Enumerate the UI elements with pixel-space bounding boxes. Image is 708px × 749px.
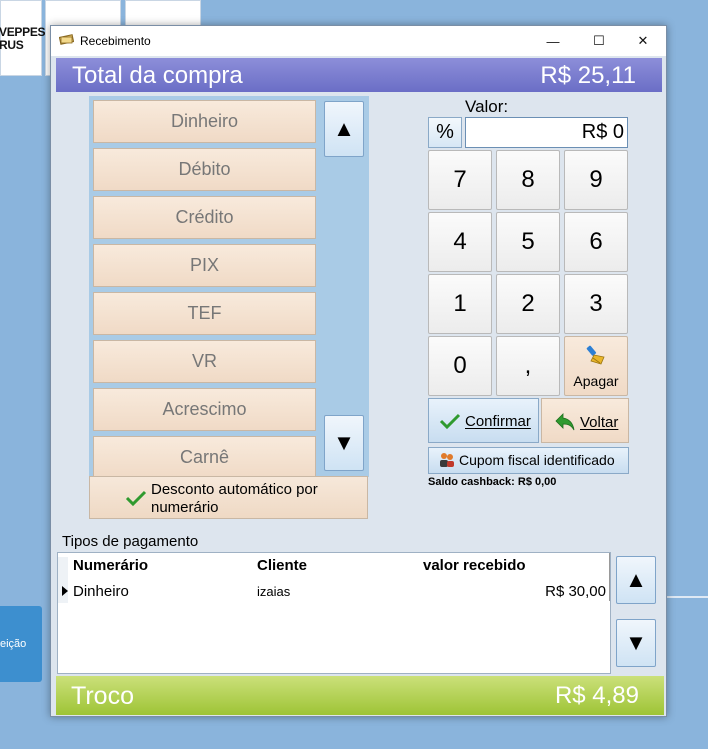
recebimento-dialog: Recebimento — ☐ ✕ Total da compra R$ 25,… (50, 25, 667, 717)
method-acrescimo-button[interactable]: Acrescimo (93, 388, 316, 431)
maximize-button[interactable]: ☐ (576, 26, 622, 56)
method-tef-button[interactable]: TEF (93, 292, 316, 335)
check-icon (125, 490, 147, 507)
method-dinheiro-button[interactable]: Dinheiro (93, 100, 316, 143)
people-icon (440, 453, 454, 467)
percent-button[interactable]: % (428, 117, 462, 148)
row-selector (58, 557, 68, 603)
side-button-label: eição (0, 638, 27, 650)
total-bar: Total da compra R$ 25,11 (56, 58, 662, 92)
voltar-button[interactable]: Voltar (541, 398, 629, 443)
troco-bar: Troco R$ 4,89 (56, 676, 664, 715)
total-label: Total da compra (72, 62, 243, 89)
apagar-button[interactable]: Apagar (564, 336, 628, 396)
key-2[interactable]: 2 (496, 274, 560, 334)
troco-label: Troco (71, 682, 134, 710)
valor-input[interactable] (465, 117, 628, 148)
key-comma[interactable]: , (496, 336, 560, 396)
key-1[interactable]: 1 (428, 274, 492, 334)
tipos-pagamento-label: Tipos de pagamento (62, 533, 199, 550)
cell-valor: R$ 30,00 (545, 583, 606, 600)
cupom-label: Cupom fiscal identificado (459, 452, 615, 468)
cell-numerario: Dinheiro (73, 583, 129, 600)
method-debito-button[interactable]: Débito (93, 148, 316, 191)
key-0[interactable]: 0 (428, 336, 492, 396)
total-value: R$ 25,11 (540, 62, 636, 89)
confirmar-label: Confirmar (465, 412, 531, 430)
payments-table: Numerário Cliente valor recebido Dinheir… (57, 552, 611, 674)
brush-icon (586, 345, 605, 365)
key-5[interactable]: 5 (496, 212, 560, 272)
troco-value: R$ 4,89 (554, 682, 639, 709)
column-header-cliente: Cliente (257, 557, 308, 574)
apagar-label: Apagar (573, 373, 619, 389)
key-8[interactable]: 8 (496, 150, 560, 210)
desconto-line1: Desconto automático por (151, 481, 318, 498)
check-icon (439, 413, 461, 430)
confirmar-button[interactable]: Confirmar (428, 398, 539, 443)
desconto-line2: numerário (151, 499, 219, 516)
payments-scroll-up-button[interactable]: ▲ (616, 556, 656, 604)
grid-border (609, 553, 610, 601)
arrow-down-icon: ▼ (625, 630, 647, 655)
method-credito-button[interactable]: Crédito (93, 196, 316, 239)
column-header-valor: valor recebido (423, 557, 526, 574)
key-7[interactable]: 7 (428, 150, 492, 210)
undo-arrow-icon (555, 413, 575, 431)
minimize-button[interactable]: — (530, 26, 576, 56)
current-row-icon (62, 586, 68, 596)
key-9[interactable]: 9 (564, 150, 628, 210)
valor-label: Valor: (465, 97, 509, 116)
voltar-label: Voltar (580, 413, 619, 431)
close-icon: ✕ (637, 33, 649, 48)
desconto-automatico-button[interactable]: Desconto automático por numerário (89, 476, 368, 519)
methods-scroll-down-button[interactable]: ▼ (324, 415, 364, 471)
payments-scroll-down-button[interactable]: ▼ (616, 619, 656, 667)
title-bar: Recebimento — ☐ ✕ (51, 26, 666, 56)
cupom-fiscal-button[interactable]: Cupom fiscal identificado (428, 447, 629, 474)
money-icon (59, 34, 74, 45)
key-6[interactable]: 6 (564, 212, 628, 272)
methods-scroll-up-button[interactable]: ▲ (324, 101, 364, 157)
payment-methods-panel: Dinheiro Débito Crédito PIX TEF VR Acres… (89, 96, 369, 477)
key-3[interactable]: 3 (564, 274, 628, 334)
arrow-down-icon: ▼ (333, 430, 355, 455)
product-tile[interactable]: VEPPES S RUS (0, 0, 56, 76)
method-vr-button[interactable]: VR (93, 340, 316, 383)
maximize-icon: ☐ (593, 33, 605, 48)
arrow-up-icon: ▲ (333, 116, 355, 141)
key-4[interactable]: 4 (428, 212, 492, 272)
method-pix-button[interactable]: PIX (93, 244, 316, 287)
minimize-icon: — (546, 33, 560, 49)
cell-cliente: izaias (257, 584, 291, 599)
arrow-up-icon: ▲ (625, 567, 647, 592)
background-divider (666, 596, 708, 598)
cashback-balance: Saldo cashback: R$ 0,00 (428, 476, 557, 488)
close-button[interactable]: ✕ (620, 26, 666, 56)
window-title: Recebimento (80, 34, 151, 48)
method-carne-button[interactable]: Carnê (93, 436, 316, 477)
side-button[interactable]: eição (0, 606, 42, 682)
column-header-numerario: Numerário (73, 557, 149, 574)
